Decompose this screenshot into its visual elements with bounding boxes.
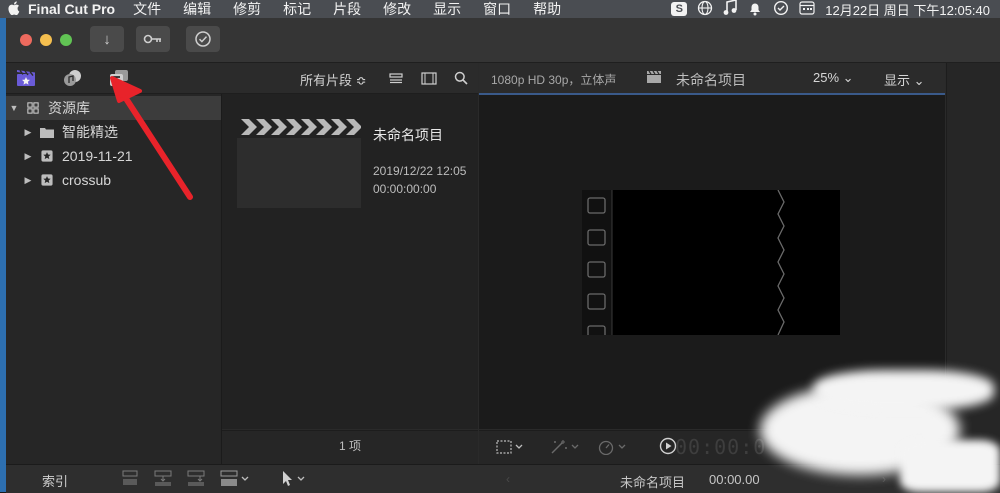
sogou-icon[interactable]: S xyxy=(671,2,688,16)
menubar: Final Cut Pro 文件 编辑 修剪 标记 片段 修改 显示 窗口 帮助… xyxy=(0,0,1000,18)
minimize-window-button[interactable] xyxy=(40,34,52,46)
clip-filter-dropdown[interactable]: 所有片段 ≎ xyxy=(300,70,367,89)
sync-icon[interactable] xyxy=(773,0,789,19)
library-root-row[interactable]: ▼ 资源库 xyxy=(6,96,221,120)
clip-browser: 未命名项目 2019/12/22 12:05 00:00:00:00 xyxy=(222,94,478,429)
library-item-event-crossub[interactable]: ▶ crossub xyxy=(6,168,221,192)
library-item-event-2019-11-21[interactable]: ▶ 2019-11-21 xyxy=(6,144,221,168)
timeline-timecode: 00:00.00 xyxy=(709,472,760,487)
retime-dropdown[interactable] xyxy=(597,439,629,458)
apple-menu-icon[interactable] xyxy=(0,0,28,18)
chevron-right-icon[interactable]: › xyxy=(882,472,886,486)
timeline-project-name: 未命名项目 xyxy=(620,475,686,490)
viewer-header: 1080p HD 30p，立体声 未命名项目 25% ⌄ 显示 ⌄ xyxy=(479,63,945,95)
background-tasks-button[interactable] xyxy=(186,26,220,52)
event-star-icon xyxy=(41,150,53,162)
project-thumbnail[interactable] xyxy=(237,116,361,208)
empty-project-placeholder xyxy=(582,189,785,342)
speedometer-icon xyxy=(598,440,626,456)
notification-icon[interactable] xyxy=(747,0,763,19)
overwrite-icon xyxy=(220,470,249,486)
app-name-menu[interactable]: Final Cut Pro xyxy=(28,1,115,17)
menu-trim[interactable]: 修剪 xyxy=(233,0,261,19)
project-date: 2019/12/22 12:05 xyxy=(373,164,467,178)
connect-icon xyxy=(122,470,138,485)
project-title[interactable]: 未命名项目 xyxy=(373,125,443,145)
disclosure-closed-icon[interactable]: ▶ xyxy=(6,151,36,162)
clapper-stripes xyxy=(237,116,361,138)
library-item-label: crossub xyxy=(62,172,112,188)
menu-window[interactable]: 窗口 xyxy=(483,0,511,19)
crop-frame-icon xyxy=(496,440,523,454)
insert-clip-button[interactable] xyxy=(153,470,175,486)
window-titlebar: ↓ xyxy=(6,18,1000,63)
clip-appearance-icon[interactable] xyxy=(387,69,405,87)
clock-text[interactable]: 12月22日 周日 下午12:05:40 xyxy=(825,0,990,19)
disclosure-open-icon[interactable]: ▼ xyxy=(6,103,22,113)
clapper-icon xyxy=(647,71,661,83)
import-button[interactable]: ↓ xyxy=(90,26,124,52)
globe-icon[interactable] xyxy=(697,0,713,19)
library-root-label: 资源库 xyxy=(48,100,90,116)
menu-mark[interactable]: 标记 xyxy=(283,0,311,19)
connect-clip-button[interactable] xyxy=(120,470,142,486)
viewer-timecode: 00:00:0 xyxy=(675,435,767,459)
viewer-format-label: 1080p HD 30p，立体声 xyxy=(491,73,617,87)
disclosure-closed-icon[interactable]: ▶ xyxy=(6,127,36,138)
titles-generators-tab-icon[interactable] xyxy=(109,69,129,87)
check-circle-icon xyxy=(195,31,211,47)
event-star-icon xyxy=(41,174,53,186)
search-icon[interactable] xyxy=(452,69,470,87)
key-icon xyxy=(143,34,161,44)
import-icon: ↓ xyxy=(103,30,111,48)
menu-edit[interactable]: 编辑 xyxy=(183,0,211,19)
menu-file[interactable]: 文件 xyxy=(133,0,161,19)
timeline-index-button[interactable]: 索引 xyxy=(42,471,68,490)
viewer-frame xyxy=(582,189,840,342)
chevron-left-icon[interactable]: ‹ xyxy=(506,472,510,486)
append-clip-button[interactable] xyxy=(186,470,208,486)
browser-item-count: 1 项 xyxy=(222,430,478,464)
enhance-dropdown[interactable] xyxy=(549,439,581,458)
overwrite-clip-dropdown[interactable] xyxy=(219,470,253,486)
close-window-button[interactable] xyxy=(20,34,32,46)
arrow-pointer-icon xyxy=(283,471,305,486)
browser-toolbar: 所有片段 ≎ xyxy=(6,63,478,94)
append-icon xyxy=(187,470,205,486)
insert-icon xyxy=(154,470,172,486)
display-dropdown[interactable]: 显示 ⌄ xyxy=(884,70,925,89)
filmstrip-view-icon[interactable] xyxy=(420,69,438,87)
menu-view[interactable]: 显示 xyxy=(433,0,461,19)
menu-modify[interactable]: 修改 xyxy=(383,0,411,19)
library-item-smart-collections[interactable]: ▶ 智能精选 xyxy=(6,120,221,144)
folder-icon xyxy=(40,128,54,138)
menu-clip[interactable]: 片段 xyxy=(333,0,361,19)
transform-dropdown[interactable] xyxy=(495,439,525,458)
keyword-button[interactable] xyxy=(136,26,170,52)
library-grid-icon xyxy=(27,102,39,114)
photos-audio-tab-icon[interactable] xyxy=(63,69,83,87)
zoom-window-button[interactable] xyxy=(60,34,72,46)
libraries-tab-icon[interactable] xyxy=(16,69,36,87)
watermark-blur xyxy=(814,370,994,410)
viewer-project-name: 未命名项目 xyxy=(676,72,746,88)
library-item-label: 智能精选 xyxy=(62,124,118,140)
select-tool-dropdown[interactable] xyxy=(278,470,312,486)
project-duration: 00:00:00:00 xyxy=(373,182,437,196)
watermark-blur xyxy=(900,440,1000,492)
magic-wand-icon xyxy=(551,440,579,454)
library-sidebar: ▼ 资源库 ▶ 智能精选 ▶ 2019-11-21 ▶ crossub xyxy=(6,94,222,464)
calendar-icon[interactable] xyxy=(799,0,815,18)
disclosure-closed-icon[interactable]: ▶ xyxy=(6,175,36,186)
library-item-label: 2019-11-21 xyxy=(62,148,133,164)
zoom-dropdown[interactable]: 25% ⌄ xyxy=(813,70,854,86)
menu-help[interactable]: 帮助 xyxy=(533,0,561,19)
music-icon[interactable] xyxy=(723,0,738,19)
